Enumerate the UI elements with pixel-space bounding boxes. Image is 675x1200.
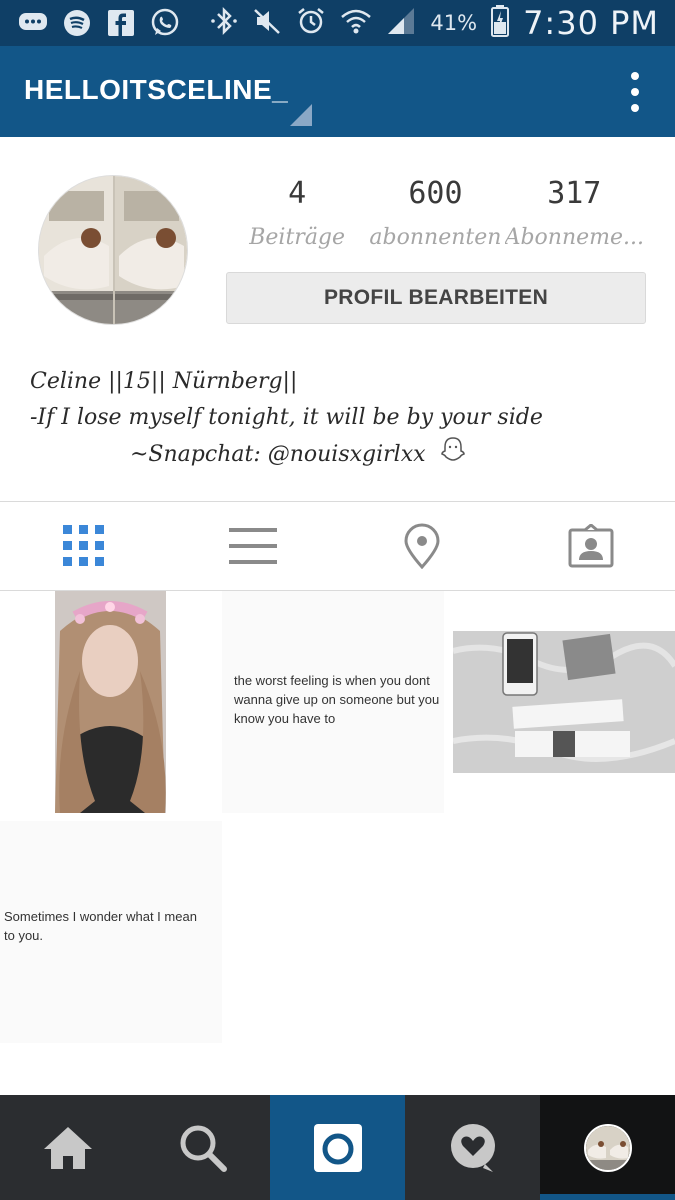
stat-followers[interactable]: 600 abonnenten — [366, 176, 504, 250]
followers-count: 600 — [408, 176, 463, 211]
tab-grid[interactable] — [0, 502, 169, 590]
profile-avatar[interactable] — [38, 175, 188, 325]
post-concert-tickets[interactable] — [453, 591, 675, 813]
tab-location[interactable] — [338, 502, 507, 590]
facebook-icon — [106, 8, 136, 38]
post-selfie[interactable] — [0, 591, 222, 813]
battery-percent: 41% — [430, 11, 478, 35]
edit-profile-button[interactable]: PROFIL BEARBEITEN — [226, 272, 646, 324]
tab-list[interactable] — [169, 502, 338, 590]
post-quote-worst-feeling[interactable]: the worst feeling is when you dont wanna… — [222, 591, 444, 813]
status-bar: 41% 7:30 PM — [0, 0, 675, 46]
alarm-icon — [296, 6, 326, 40]
nav-search[interactable] — [135, 1095, 270, 1200]
wifi-icon — [340, 6, 372, 40]
clock-time: 7:30 PM — [523, 4, 659, 42]
list-view-icon — [229, 528, 278, 564]
following-label: Abonneme... — [504, 225, 644, 250]
battery-icon — [491, 5, 510, 41]
nav-home[interactable] — [0, 1095, 135, 1200]
camera-icon — [313, 1123, 362, 1172]
bio-line-2: -If I lose myself tonight, it will be by… — [30, 405, 543, 430]
nav-profile[interactable] — [540, 1095, 675, 1200]
message-icon — [18, 8, 48, 38]
nav-activity[interactable] — [405, 1095, 540, 1200]
following-count: 317 — [547, 176, 602, 211]
stat-following[interactable]: 317 Abonneme... — [505, 176, 644, 250]
tab-tagged[interactable] — [506, 502, 675, 590]
profile-stats: 4 Beiträge 600 abonnenten 317 Abonneme..… — [228, 176, 644, 250]
location-pin-icon — [404, 523, 440, 569]
nav-camera[interactable] — [270, 1095, 405, 1200]
whatsapp-icon — [150, 8, 180, 38]
bio-line-3-row: ~Snapchat: @nouisxgirlxx — [30, 436, 543, 474]
followers-label: abonnenten — [369, 225, 502, 250]
profile-avatar-small — [583, 1123, 632, 1172]
profile-bio: Celine ||15|| Nürnberg|| -If I lose myse… — [30, 364, 543, 474]
spotify-icon — [62, 8, 92, 38]
mute-icon — [252, 6, 282, 40]
app-bar: HELLOITSCELINE_ — [0, 46, 675, 137]
bottom-nav — [0, 1095, 675, 1200]
overflow-menu-icon[interactable] — [623, 72, 647, 112]
profile-view-tabs — [0, 502, 675, 590]
bluetooth-icon — [210, 6, 238, 40]
snapchat-ghost-icon — [440, 436, 466, 474]
bio-line-3[interactable]: ~Snapchat: @nouisxgirlxx — [130, 437, 426, 473]
post-quote-text-1: the worst feeling is when you dont wanna… — [234, 673, 440, 726]
username-title[interactable]: HELLOITSCELINE_ — [24, 74, 288, 106]
home-icon — [43, 1126, 92, 1169]
bio-line-1: Celine ||15|| Nürnberg|| — [30, 369, 298, 394]
account-switch-indicator[interactable] — [290, 104, 312, 126]
posts-label: Beiträge — [249, 225, 346, 250]
grid-view-icon — [63, 525, 105, 566]
activity-heart-icon — [450, 1123, 495, 1172]
search-icon — [180, 1125, 227, 1172]
signal-icon — [386, 6, 416, 40]
stat-posts[interactable]: 4 Beiträge — [228, 176, 366, 250]
posts-count: 4 — [288, 176, 307, 211]
tagged-photos-icon — [568, 524, 614, 568]
post-quote-text-2: Sometimes I wonder what I mean to you. — [4, 909, 197, 943]
post-quote-wonder[interactable]: Sometimes I wonder what I mean to you. — [0, 821, 222, 1043]
